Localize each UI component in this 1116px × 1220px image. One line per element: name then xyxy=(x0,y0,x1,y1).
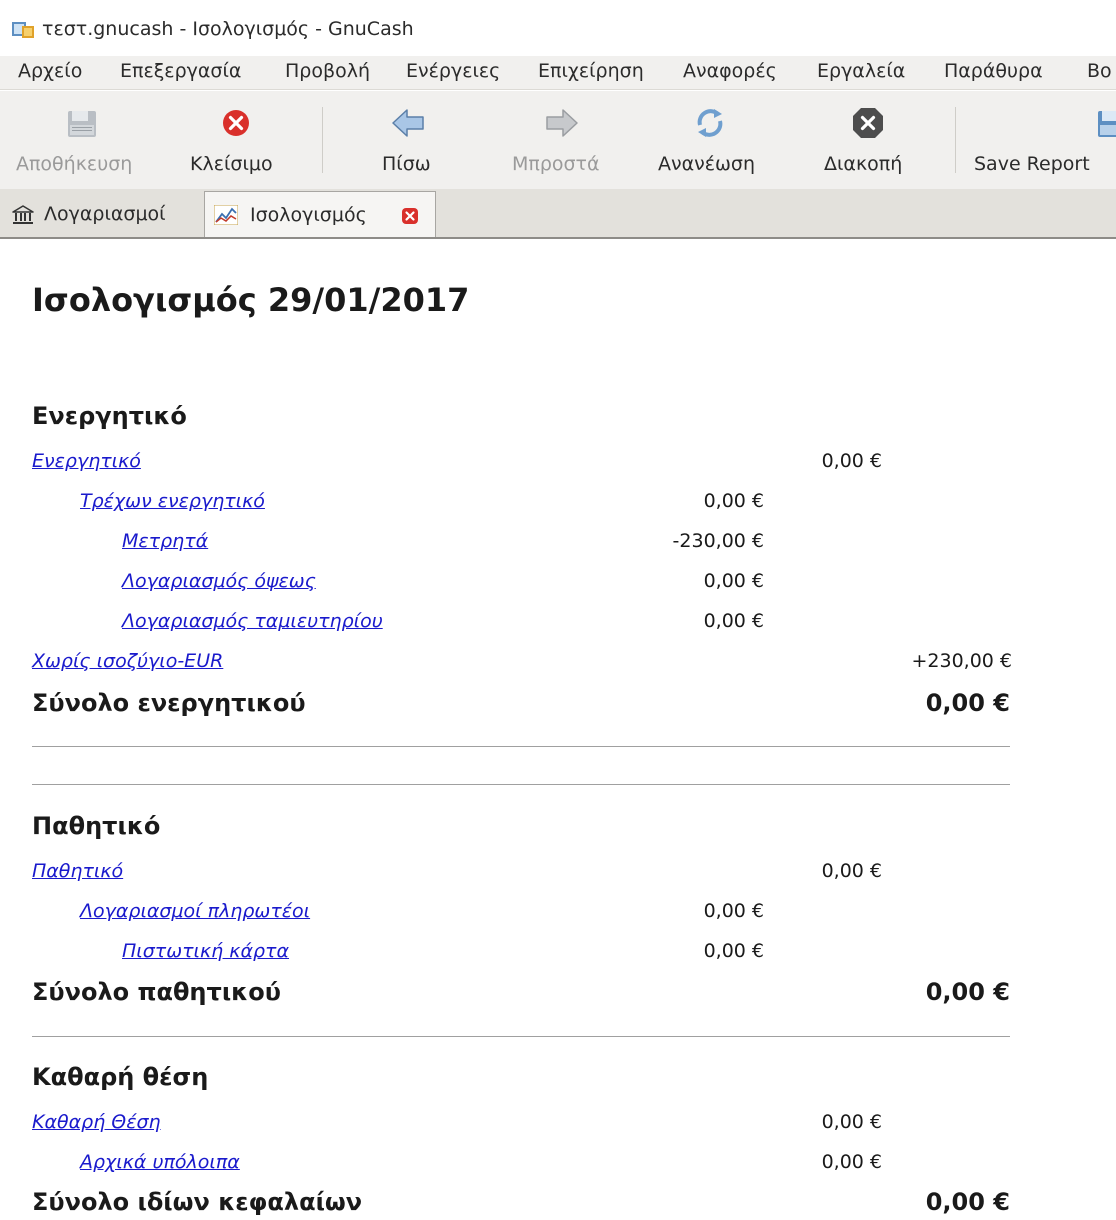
notebook-tabs: Λογαριασμοί Ισολογισμός xyxy=(0,189,1116,239)
account-link-imbalance-eur[interactable]: Χωρίς ισοζύγιο-EUR xyxy=(32,650,223,672)
reload-label: Ανανέωση xyxy=(658,153,756,175)
account-amount: 0,00 € xyxy=(821,1151,882,1173)
divider xyxy=(32,1036,1010,1037)
menu-actions[interactable]: Ενέργειες xyxy=(406,60,500,82)
equity-total-amount: 0,00 € xyxy=(925,1188,1010,1216)
liabilities-heading: Παθητικό xyxy=(32,812,161,840)
toolbar-separator xyxy=(322,107,323,173)
assets-total-label: Σύνολο ενεργητικού xyxy=(32,689,306,717)
forward-label: Μπροστά xyxy=(512,153,600,175)
save-report-label: Save Report xyxy=(974,153,1090,175)
tab-balance-sheet-label: Ισολογισμός xyxy=(250,204,367,226)
reload-icon xyxy=(697,109,723,137)
menu-tools[interactable]: Εργαλεία xyxy=(817,60,905,82)
account-amount: 0,00 € xyxy=(703,610,764,632)
menu-reports[interactable]: Αναφορές xyxy=(683,60,777,82)
divider xyxy=(32,746,1010,747)
divider xyxy=(32,784,1010,785)
save-report-button[interactable]: Save Report xyxy=(966,91,1116,189)
account-link-equity[interactable]: Καθαρή Θέση xyxy=(32,1111,161,1133)
close-button[interactable]: Κλείσιμο xyxy=(180,91,290,189)
close-icon xyxy=(223,110,249,136)
stop-button[interactable]: Διακοπή xyxy=(810,91,930,189)
assets-total-amount: 0,00 € xyxy=(925,689,1010,717)
account-link-payables[interactable]: Λογαριασμοί πληρωτέοι xyxy=(80,900,310,922)
gnucash-app-icon xyxy=(12,22,34,38)
menu-edit[interactable]: Επεξεργασία xyxy=(120,60,241,82)
account-amount: 0,00 € xyxy=(703,900,764,922)
tab-close-icon[interactable] xyxy=(401,207,419,225)
tab-balance-sheet[interactable]: Ισολογισμός xyxy=(204,191,436,237)
menu-file[interactable]: Αρχείο xyxy=(18,60,82,82)
liabilities-total-amount: 0,00 € xyxy=(925,978,1010,1006)
account-link-savings[interactable]: Λογαριασμός ταμιευτηρίου xyxy=(122,610,383,632)
save-icon xyxy=(68,111,96,137)
account-amount: +230,00 € xyxy=(911,650,1012,672)
account-link-checking[interactable]: Λογαριασμός όψεως xyxy=(122,570,316,592)
stop-label: Διακοπή xyxy=(824,153,903,175)
account-link-cash[interactable]: Μετρητά xyxy=(122,530,208,552)
stop-icon xyxy=(853,108,883,138)
account-amount: 0,00 € xyxy=(821,450,882,472)
account-amount: 0,00 € xyxy=(821,1111,882,1133)
forward-button[interactable]: Μπροστά xyxy=(500,91,630,189)
report-view: Ισολογισμός 29/01/2017 Ενεργητικό Ενεργη… xyxy=(0,241,1116,1220)
account-amount: 0,00 € xyxy=(703,570,764,592)
account-link-opening-balances[interactable]: Αρχικά υπόλοιπα xyxy=(80,1151,240,1173)
tab-accounts[interactable]: Λογαριασμοί xyxy=(4,191,202,237)
assets-heading: Ενεργητικό xyxy=(32,402,187,430)
menu-bar: Αρχείο Επεξεργασία Προβολή Ενέργειες Επι… xyxy=(0,56,1116,90)
save-label: Αποθήκευση xyxy=(16,153,133,175)
account-amount: 0,00 € xyxy=(821,860,882,882)
liabilities-total-label: Σύνολο παθητικού xyxy=(32,978,281,1006)
reload-button[interactable]: Ανανέωση xyxy=(650,91,780,189)
chart-icon xyxy=(214,205,238,225)
toolbar: Αποθήκευση Κλείσιμο Πίσω Μπροστά Ανανέωσ… xyxy=(0,91,1116,189)
menu-view[interactable]: Προβολή xyxy=(285,60,370,82)
back-arrow-icon xyxy=(392,109,424,137)
forward-arrow-icon xyxy=(546,109,578,137)
account-amount: 0,00 € xyxy=(703,490,764,512)
report-title: Ισολογισμός 29/01/2017 xyxy=(32,281,470,319)
save-button[interactable]: Αποθήκευση xyxy=(0,91,168,189)
account-amount: -230,00 € xyxy=(672,530,764,552)
window-title: τεστ.gnucash - Ισολογισμός - GnuCash xyxy=(42,18,414,40)
account-link-current-assets[interactable]: Τρέχων ενεργητικό xyxy=(80,490,265,512)
title-bar: τεστ.gnucash - Ισολογισμός - GnuCash xyxy=(0,0,1116,56)
menu-windows[interactable]: Παράθυρα xyxy=(944,60,1043,82)
toolbar-separator xyxy=(955,107,956,173)
equity-total-label: Σύνολο ιδίων κεφαλαίων xyxy=(32,1188,363,1216)
back-button[interactable]: Πίσω xyxy=(360,91,460,189)
account-link-credit-card[interactable]: Πιστωτική κάρτα xyxy=(122,940,289,962)
menu-business[interactable]: Επιχείρηση xyxy=(538,60,644,82)
account-amount: 0,00 € xyxy=(703,940,764,962)
bank-icon xyxy=(12,205,34,224)
equity-heading: Καθαρή θέση xyxy=(32,1063,209,1091)
account-link-assets[interactable]: Ενεργητικό xyxy=(32,450,141,472)
tab-accounts-label: Λογαριασμοί xyxy=(44,203,166,225)
save-report-icon xyxy=(1098,111,1116,137)
menu-help[interactable]: Βο xyxy=(1087,60,1112,82)
account-link-liabilities[interactable]: Παθητικό xyxy=(32,860,123,882)
close-label: Κλείσιμο xyxy=(190,153,273,175)
back-label: Πίσω xyxy=(382,153,431,175)
